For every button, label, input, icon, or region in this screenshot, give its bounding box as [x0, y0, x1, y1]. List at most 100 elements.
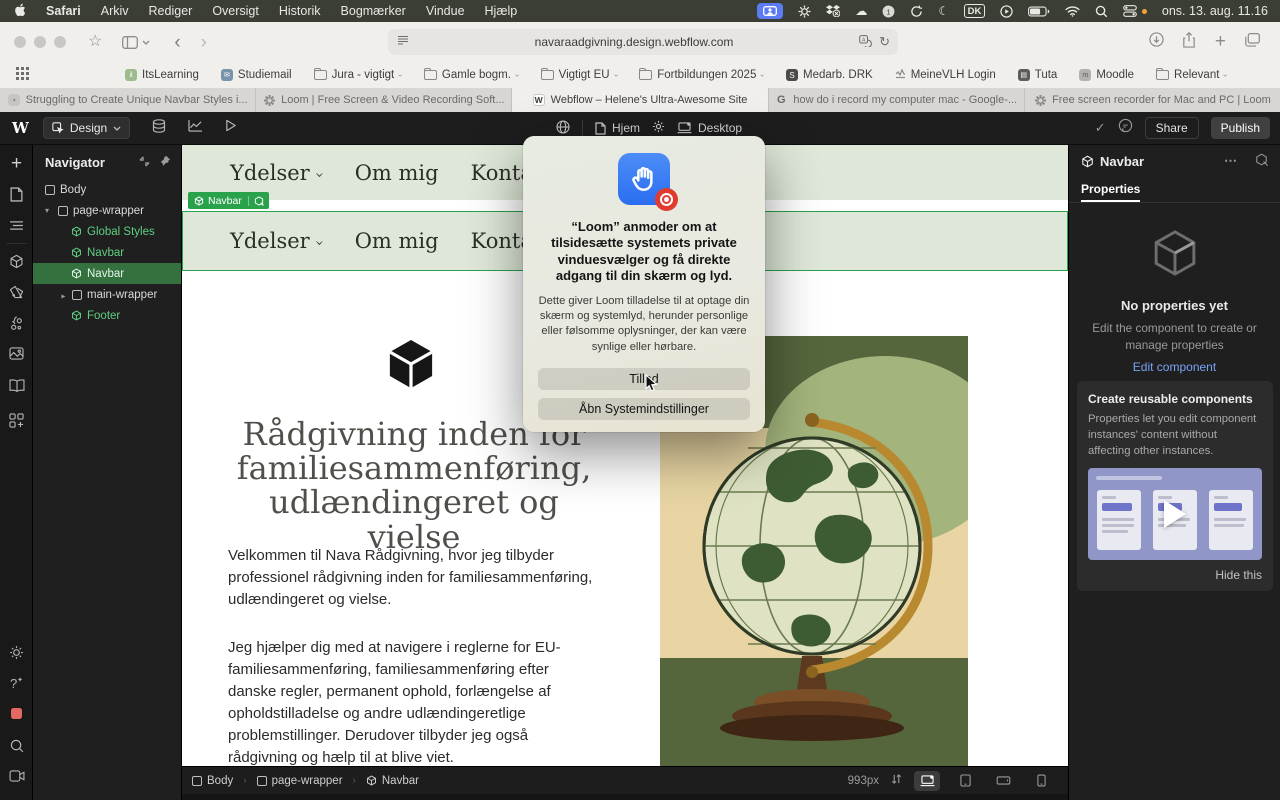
breakpoint-desktop-button[interactable] — [914, 770, 940, 791]
add-elements-icon[interactable]: + — [0, 153, 33, 175]
component-actions-icon[interactable] — [1255, 153, 1268, 169]
menu-arkiv[interactable]: Arkiv — [91, 4, 139, 18]
nav-link-om-mig[interactable]: Om mig — [355, 229, 439, 253]
video-tutorials-icon[interactable] — [0, 770, 33, 782]
breadcrumb-page-wrapper[interactable]: page-wrapper — [256, 775, 343, 787]
bookmark-folder-vigtigt-eu[interactable]: Vigtigt EU › — [540, 68, 620, 81]
menu-rediger[interactable]: Rediger — [139, 4, 203, 18]
pin-panel-icon[interactable] — [160, 155, 171, 170]
tab-overview-icon[interactable] — [1245, 32, 1260, 52]
breadcrumb-navbar[interactable]: Navbar — [366, 775, 419, 787]
apple-menu-icon[interactable] — [14, 3, 26, 20]
tab-properties[interactable]: Properties — [1081, 177, 1141, 202]
play-button-icon[interactable] — [1164, 500, 1186, 529]
breakpoint-mobile-portrait-button[interactable] — [1028, 771, 1054, 791]
localization-globe-icon[interactable] — [556, 119, 570, 137]
canvas-width-value[interactable]: 993px — [848, 775, 879, 787]
preview-icon[interactable] — [225, 119, 237, 137]
collapse-panel-icon[interactable] — [139, 155, 150, 170]
help-icon[interactable]: ? ✦ — [0, 676, 33, 691]
tab-loom-recording[interactable]: Loom | Free Screen & Video Recording Sof… — [256, 88, 513, 112]
bookmark-folder-gamle[interactable]: Gamle bogm. › — [423, 68, 522, 81]
bookmark-itslearning[interactable]: il ItsLearning — [125, 69, 199, 81]
dropbox-paused-icon[interactable] — [826, 5, 841, 17]
translate-icon[interactable]: A — [859, 34, 872, 50]
tree-item-page-wrapper[interactable]: ▾ page-wrapper — [33, 200, 181, 221]
nav-link-ydelser[interactable]: Ydelser› — [230, 229, 329, 253]
more-options-icon[interactable]: ⋯ — [1224, 153, 1237, 169]
minimize-window-button[interactable] — [34, 36, 46, 48]
apps-icon[interactable] — [0, 413, 33, 428]
downloads-icon[interactable] — [1149, 32, 1164, 52]
nav-link-ydelser[interactable]: Ydelser› — [230, 161, 329, 185]
new-tab-button[interactable]: + — [1215, 31, 1226, 53]
hide-promo-link[interactable]: Hide this — [1088, 568, 1262, 582]
allow-button[interactable]: Tillad — [538, 367, 750, 390]
loom-menubar-icon[interactable]: 1 — [882, 5, 895, 18]
sync-icon[interactable] — [910, 4, 923, 18]
webflow-logo[interactable]: W — [12, 119, 29, 137]
control-center-icon[interactable] — [1123, 5, 1137, 17]
open-system-settings-button[interactable]: Åbn Systemindstillinger — [538, 397, 750, 420]
menu-vindue[interactable]: Vindue — [416, 4, 475, 18]
menu-oversigt[interactable]: Oversigt — [202, 4, 269, 18]
menu-historik[interactable]: Historik — [269, 4, 331, 18]
comments-icon[interactable] — [1118, 118, 1133, 138]
bookmark-meinevlh[interactable]: MeineVLH Login — [895, 68, 996, 82]
recording-indicator-icon[interactable] — [0, 708, 33, 719]
cms-icon[interactable] — [152, 118, 166, 138]
collapsed-chevron-icon[interactable]: ▾ — [59, 291, 68, 298]
wifi-icon[interactable] — [1065, 5, 1080, 17]
close-window-button[interactable] — [14, 36, 26, 48]
settings-gear-icon[interactable] — [0, 645, 33, 660]
tree-item-navbar-1[interactable]: Navbar — [33, 242, 181, 263]
tab-forum[interactable]: ◔ Struggling to Create Unique Navbar Styl… — [0, 88, 257, 112]
expand-chevron-icon[interactable]: ▾ — [45, 206, 53, 215]
bookmarks-grid-icon[interactable] — [16, 67, 29, 83]
bookmark-tuta[interactable]: ▤ Tuta — [1017, 69, 1057, 81]
style-swatches-icon[interactable] — [0, 285, 33, 299]
nav-link-om-mig[interactable]: Om mig — [355, 161, 439, 185]
components-icon[interactable] — [0, 254, 33, 269]
tab-webflow-active[interactable]: W Webflow – Helene's Ultra-Awesome Site — [512, 88, 769, 112]
breakpoint-tablet-button[interactable] — [952, 771, 978, 791]
battery-icon[interactable] — [1027, 6, 1050, 17]
page-selector[interactable]: Hjem — [595, 121, 640, 135]
tree-item-navbar-2-selected[interactable]: Navbar — [33, 263, 181, 284]
tab-google-search[interactable]: Ghow do i record my computer mac - Googl… — [769, 88, 1025, 112]
share-icon[interactable] — [1182, 31, 1196, 53]
assets-icon[interactable] — [0, 347, 33, 360]
favorites-star-icon[interactable]: ☆ — [88, 34, 102, 50]
menu-safari[interactable]: Safari — [36, 4, 91, 18]
sidebar-toggle-icon[interactable] — [122, 35, 150, 49]
menu-hjaelp[interactable]: Hjælp — [475, 4, 528, 18]
menubar-clock[interactable]: ons. 13. aug. 11.16 — [1162, 4, 1268, 18]
tutorial-video-thumbnail[interactable] — [1088, 468, 1262, 561]
analytics-icon[interactable] — [188, 119, 203, 137]
spotlight-search-icon[interactable] — [1095, 5, 1108, 18]
bookmark-folder-fortbildungen[interactable]: Fortbildungen 2025 › — [639, 68, 767, 81]
back-button[interactable]: ‹ — [174, 33, 180, 52]
screen-sharing-indicator-icon[interactable] — [757, 3, 784, 19]
address-bar[interactable]: navaraadgivning.design.webflow.com A ↻ — [388, 29, 898, 55]
breakpoint-mobile-landscape-button[interactable] — [990, 771, 1016, 791]
forward-button[interactable]: › — [201, 33, 207, 52]
menu-bogmaerker[interactable]: Bogmærker — [331, 4, 416, 18]
icloud-icon[interactable]: ☁ — [855, 4, 867, 18]
bookmark-folder-jura[interactable]: Jura - vigtigt › — [313, 68, 405, 81]
window-controls[interactable] — [14, 36, 66, 48]
breadcrumb-body[interactable]: Body — [192, 775, 233, 787]
selection-badge[interactable]: Navbar — [188, 192, 269, 209]
bookmark-moodle[interactable]: m Moodle — [1079, 69, 1134, 81]
variables-icon[interactable] — [0, 316, 33, 331]
tree-item-footer[interactable]: Footer — [33, 305, 181, 326]
pages-icon[interactable] — [0, 187, 33, 202]
breakpoint-selector[interactable]: Desktop — [677, 121, 742, 135]
publish-button[interactable]: Publish — [1210, 117, 1270, 139]
bookmark-medarb-drk[interactable]: S Medarb. DRK — [786, 69, 873, 81]
zoom-search-icon[interactable] — [0, 739, 33, 753]
edit-component-badge-icon[interactable] — [247, 195, 269, 206]
page-settings-gear-icon[interactable] — [652, 120, 665, 136]
width-adjust-icon[interactable] — [891, 773, 902, 788]
edit-component-link[interactable]: Edit component — [1133, 360, 1216, 374]
